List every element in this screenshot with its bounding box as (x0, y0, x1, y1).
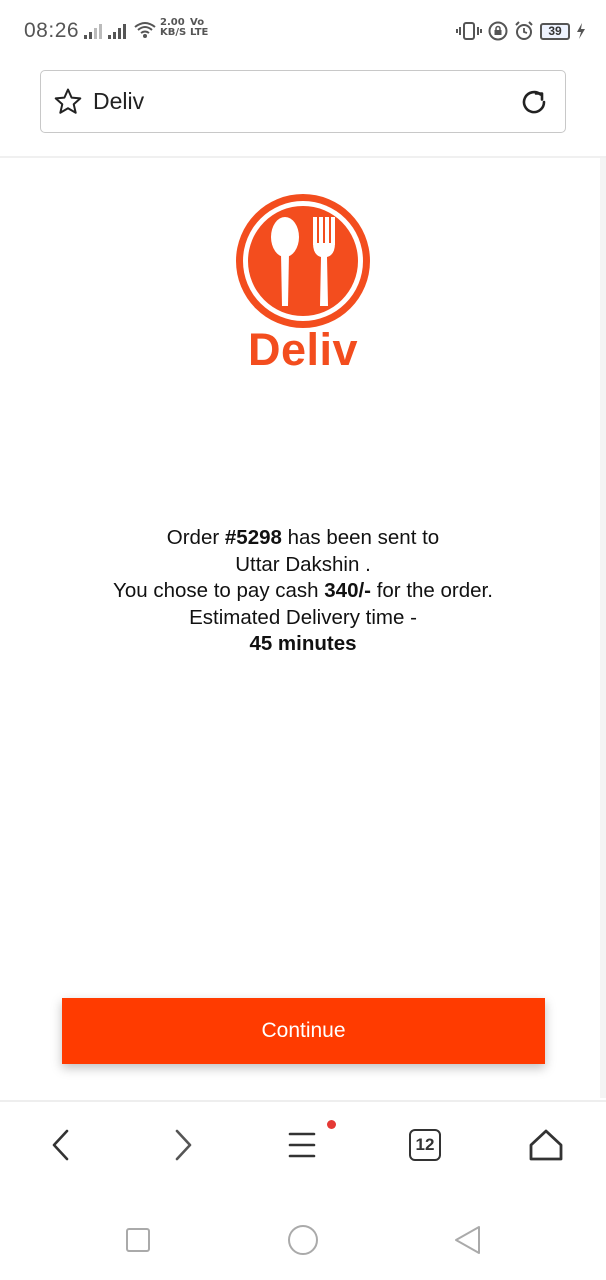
battery-indicator: 39 (540, 22, 570, 40)
brand-name: Deliv (247, 324, 359, 375)
battery-level: 39 (548, 24, 562, 38)
toolbar-divider (0, 1100, 606, 1102)
vpn-lock-icon (488, 21, 508, 41)
home-circle-icon[interactable] (285, 1222, 321, 1258)
network-speed: 2.00 KB/S (160, 18, 186, 38)
scrollbar-track (600, 158, 606, 1098)
eta-label: Estimated Delivery time - (189, 605, 417, 629)
payment-line: You chose to pay cash 340/- for the orde… (100, 578, 506, 605)
back-icon[interactable] (42, 1125, 82, 1165)
forward-icon[interactable] (162, 1125, 202, 1165)
speed-unit: KB/S (160, 27, 187, 38)
status-time: 08:26 (24, 19, 80, 42)
network-type: Vo LTE (190, 18, 208, 38)
restaurant-name: Uttar Dakshin . (235, 552, 371, 576)
vibrate-icon (456, 22, 482, 40)
payment-amount: 340/- (324, 579, 372, 602)
network-bottom: LTE (190, 27, 209, 38)
menu-icon[interactable] (284, 1125, 324, 1165)
signal-icon-2 (108, 24, 126, 39)
continue-button[interactable]: Continue (62, 998, 545, 1064)
wifi-icon (134, 22, 156, 38)
back-triangle-icon[interactable] (450, 1222, 486, 1258)
tab-count: 12 (415, 1135, 435, 1154)
deliv-logo-icon (236, 194, 370, 328)
home-icon[interactable] (526, 1125, 566, 1165)
pay-suffix: for the order. (371, 579, 493, 602)
order-line: Order #5298 has been sent to (100, 525, 506, 552)
pay-prefix: You chose to pay cash (113, 579, 325, 602)
order-suffix: has been sent to (281, 526, 440, 549)
tabs-icon[interactable]: 12 (409, 1129, 441, 1161)
order-number: #5298 (224, 526, 282, 549)
order-prefix: Order (166, 526, 225, 549)
reload-icon[interactable] (519, 87, 549, 117)
charging-icon (577, 23, 585, 39)
eta-value-text: 45 minutes (249, 632, 357, 655)
star-icon[interactable] (53, 87, 83, 117)
alarm-icon (515, 21, 533, 40)
status-right-icons: 39 (456, 20, 586, 42)
divider (0, 156, 606, 158)
notification-dot (327, 1120, 336, 1129)
recents-icon[interactable] (120, 1222, 156, 1258)
address-bar[interactable]: Deliv (40, 70, 566, 133)
status-bar: 08:26 2.00 KB/S Vo LTE 39 (0, 0, 606, 62)
eta-value: 45 minutes (100, 631, 506, 658)
signal-icon (84, 24, 102, 39)
url-text[interactable]: Deliv (93, 88, 144, 115)
order-confirmation-message: Order #5298 has been sent to Uttar Daksh… (100, 525, 506, 658)
